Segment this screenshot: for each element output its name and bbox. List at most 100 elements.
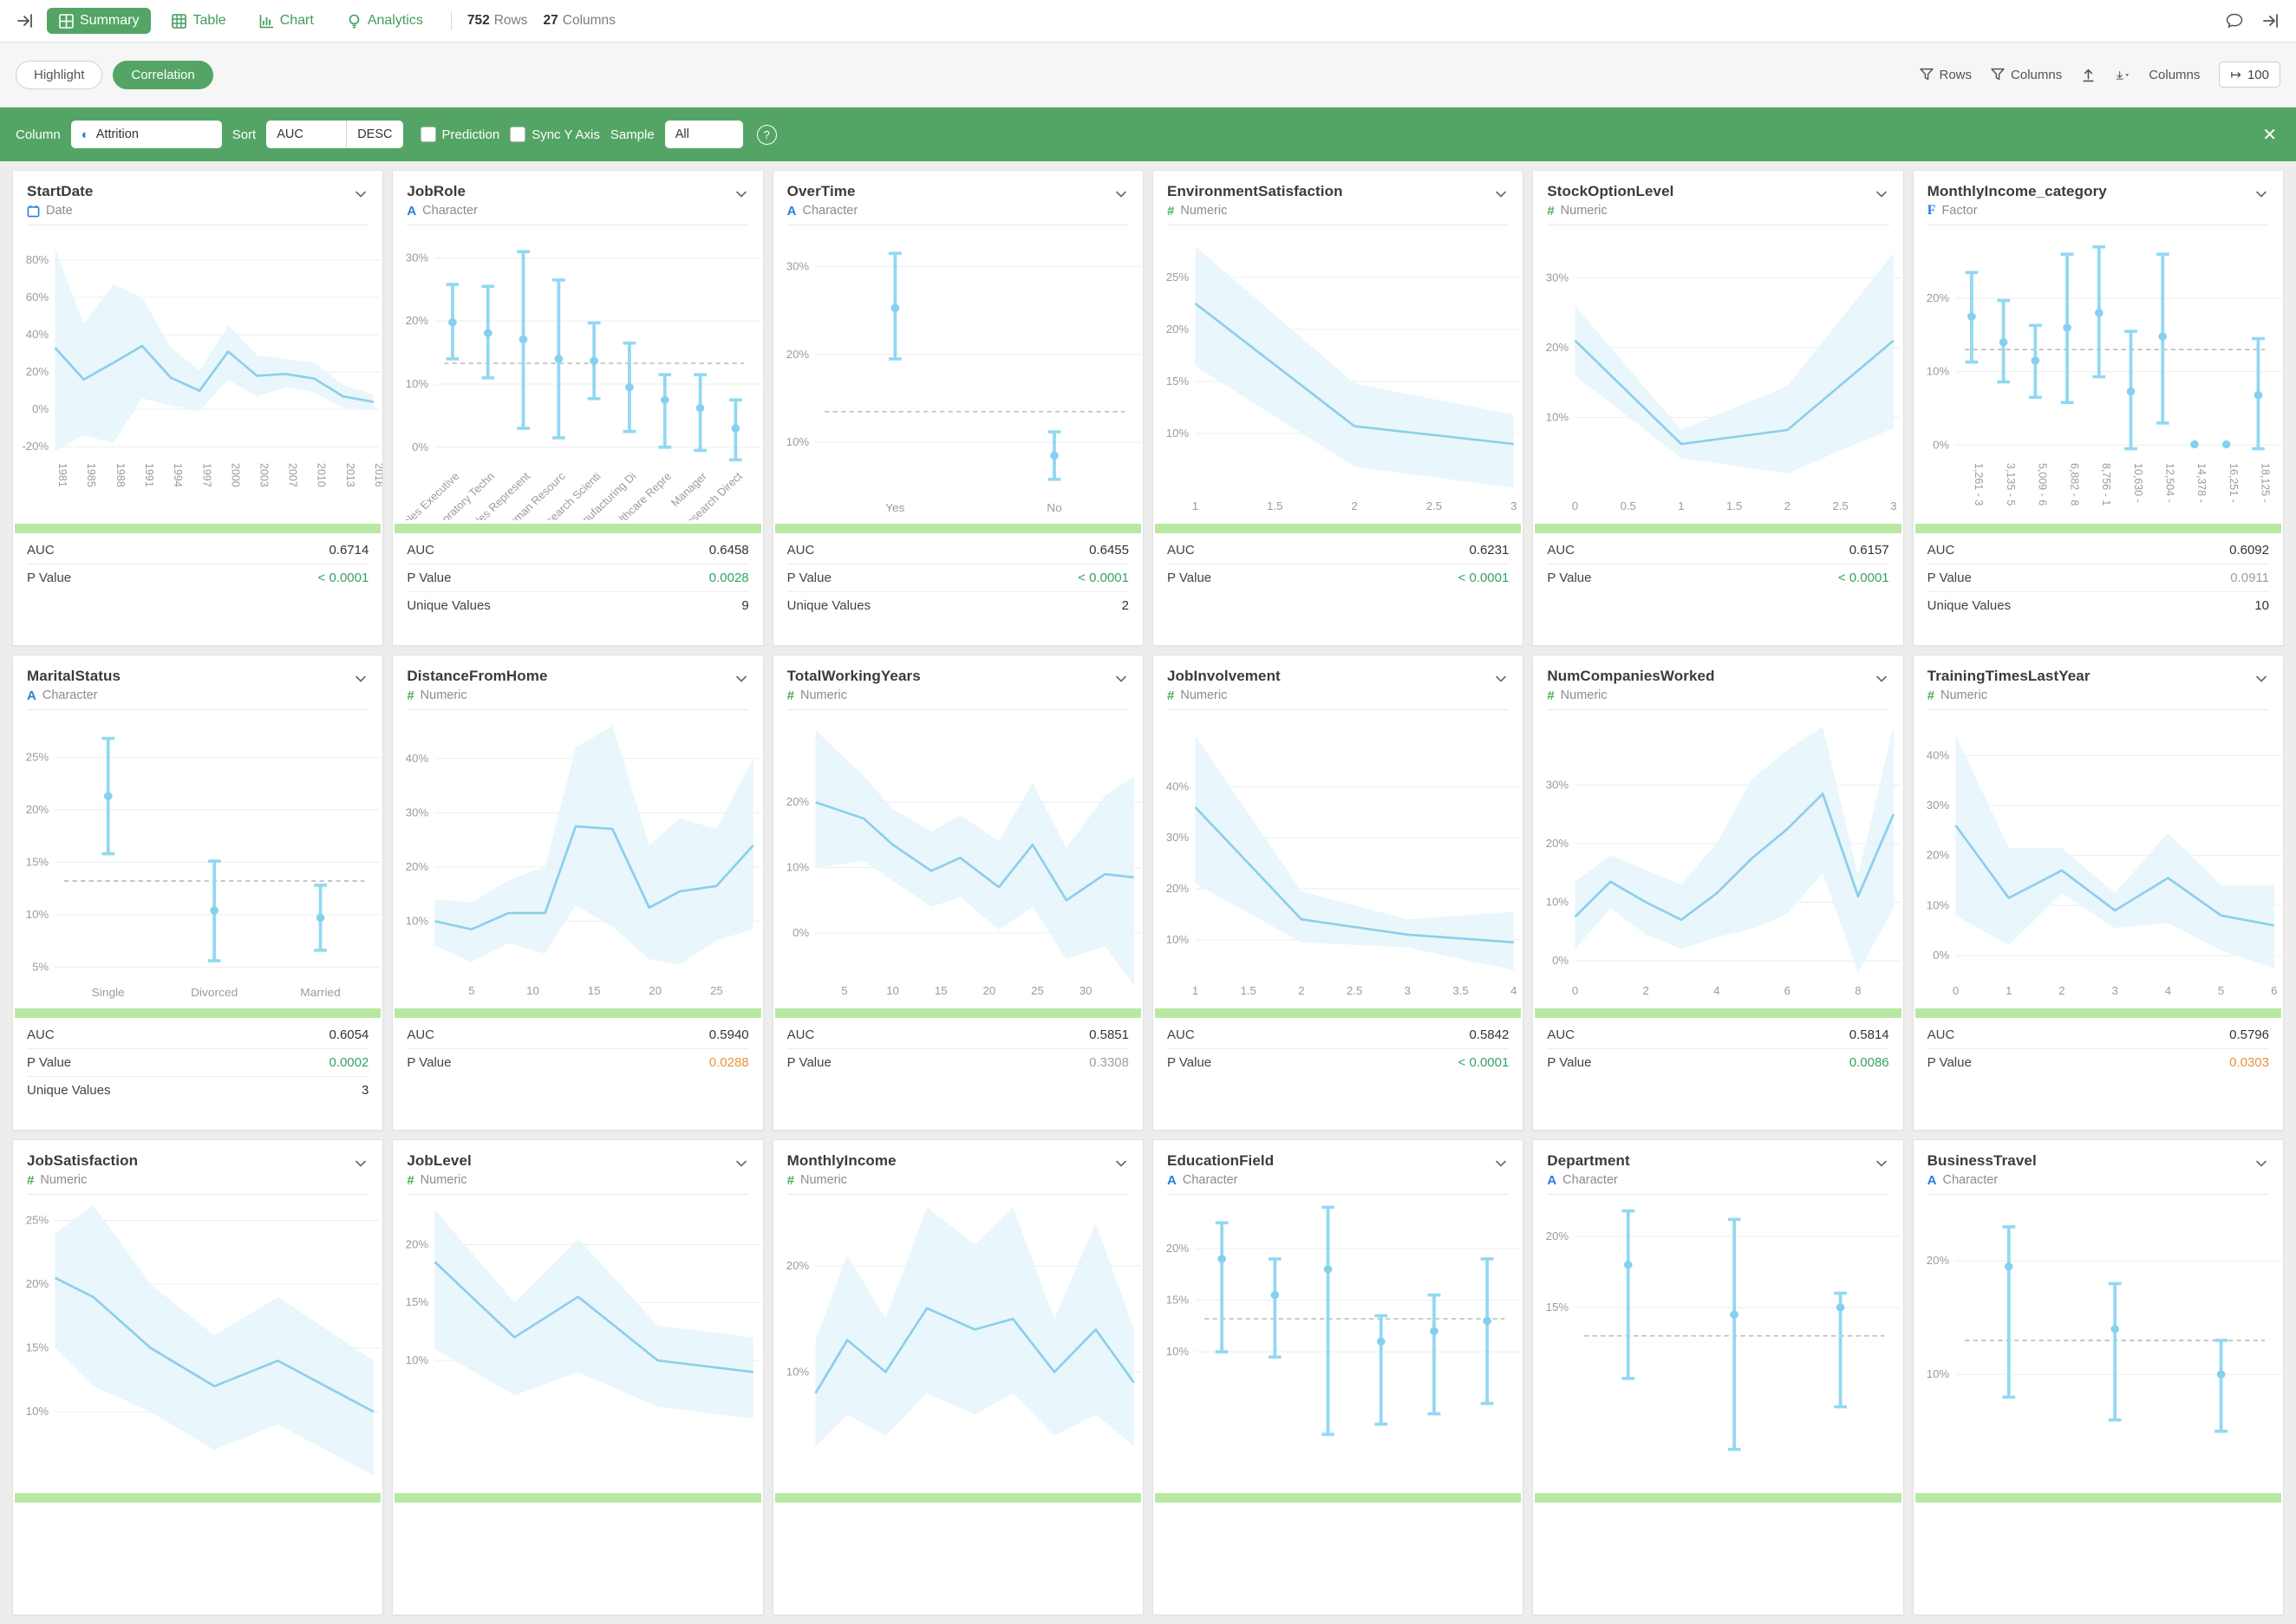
divider <box>787 709 1129 710</box>
chevron-down-icon[interactable] <box>1874 186 1889 202</box>
auc-progress-bar <box>395 524 760 533</box>
divider <box>1547 1194 1888 1195</box>
tab-table[interactable]: Table <box>160 8 238 34</box>
metric-label: Unique Values <box>27 1083 110 1098</box>
chevron-down-icon[interactable] <box>353 1156 369 1171</box>
svg-text:20%: 20% <box>26 1277 49 1290</box>
svg-text:30%: 30% <box>1166 832 1189 845</box>
column-type-label: Character <box>422 204 478 218</box>
metric-value: 10 <box>2254 598 2269 613</box>
column-title: JobSatisfaction <box>27 1152 138 1170</box>
sort-by-select[interactable]: AUC <box>266 121 346 148</box>
column-title: TrainingTimesLastYear <box>1927 668 2091 685</box>
svg-text:10%: 10% <box>1926 365 1948 378</box>
svg-text:1994: 1994 <box>172 463 185 487</box>
chevron-down-icon[interactable] <box>1493 671 1509 687</box>
column-type-label: Factor <box>1941 204 1977 218</box>
metric-value: 0.6092 <box>2229 543 2269 558</box>
filter-rows-button[interactable]: Rows <box>1920 68 1973 82</box>
svg-text:3,135 - 5: 3,135 - 5 <box>2004 463 2017 505</box>
metric-value: 0.6458 <box>709 543 749 558</box>
target-column-select[interactable]: ◐ Attrition <box>71 121 222 148</box>
factor-type-icon: F <box>1927 204 1936 218</box>
comment-icon[interactable] <box>2225 11 2244 30</box>
svg-text:1: 1 <box>1679 499 1685 512</box>
chevron-down-icon[interactable] <box>1874 1156 1889 1171</box>
metric-row: P Value0.0028 <box>407 564 748 591</box>
auc-progress-bar <box>1155 1493 1521 1503</box>
column-title: Department <box>1547 1152 1629 1170</box>
column-type-label: Character <box>1183 1173 1238 1187</box>
chevron-down-icon[interactable] <box>1113 1156 1129 1171</box>
svg-text:3: 3 <box>2111 984 2117 997</box>
metric-row: Unique Values9 <box>407 591 748 619</box>
metric-label: P Value <box>787 571 832 585</box>
metric-value: 0.5940 <box>709 1027 749 1042</box>
chevron-down-icon[interactable] <box>1874 671 1889 687</box>
sort-direction-select[interactable]: DESC <box>346 121 402 148</box>
tab-analytics[interactable]: Analytics <box>335 8 435 34</box>
divider <box>1547 709 1888 710</box>
svg-text:0%: 0% <box>793 926 809 939</box>
expand-panel-icon[interactable] <box>16 11 35 30</box>
sample-select[interactable]: All <box>665 121 743 148</box>
chevron-down-icon[interactable] <box>353 671 369 687</box>
tab-chart[interactable]: Chart <box>247 8 326 34</box>
highlight-button[interactable]: Highlight <box>16 61 102 89</box>
collapse-panel-icon[interactable] <box>2261 11 2280 30</box>
filter-columns-button[interactable]: Columns <box>1991 68 2062 82</box>
tab-summary[interactable]: Summary <box>47 8 151 34</box>
metric-row: P Value< 0.0001 <box>787 564 1129 591</box>
svg-text:1985: 1985 <box>85 463 98 487</box>
chevron-down-icon[interactable] <box>353 186 369 202</box>
correlation-button[interactable]: Correlation <box>113 61 212 89</box>
svg-text:15%: 15% <box>1546 1301 1569 1314</box>
svg-text:2: 2 <box>1298 984 1304 997</box>
column-card: JobSatisfaction #Numeric 25%20%15%10% <box>12 1139 383 1615</box>
columns-limit-control[interactable]: ↦ 100 <box>2219 62 2280 88</box>
metric-label: AUC <box>1927 1027 1955 1042</box>
svg-text:10%: 10% <box>1166 933 1189 946</box>
chevron-down-icon[interactable] <box>2254 671 2269 687</box>
chevron-down-icon[interactable] <box>2254 1156 2269 1171</box>
svg-text:20%: 20% <box>1166 323 1189 336</box>
column-chart-svg: 20%10% <box>773 1197 1143 1490</box>
svg-text:30%: 30% <box>1546 779 1569 792</box>
metric-row: P Value< 0.0001 <box>1547 564 1888 591</box>
svg-text:15%: 15% <box>1166 375 1189 388</box>
chevron-down-icon[interactable] <box>1113 671 1129 687</box>
divider <box>407 1194 748 1195</box>
download-button[interactable] <box>2115 68 2130 82</box>
column-title: BusinessTravel <box>1927 1152 2037 1170</box>
svg-text:40%: 40% <box>1926 749 1948 762</box>
svg-text:30%: 30% <box>786 260 808 273</box>
svg-text:Single: Single <box>92 986 125 999</box>
upload-button[interactable] <box>2081 68 2096 82</box>
chevron-down-icon[interactable] <box>734 671 749 687</box>
metric-label: P Value <box>407 1055 451 1070</box>
close-icon[interactable]: ✕ <box>2259 121 2280 149</box>
chevron-down-icon[interactable] <box>1493 1156 1509 1171</box>
svg-text:20%: 20% <box>406 315 428 328</box>
svg-text:10: 10 <box>886 984 899 997</box>
chevron-down-icon[interactable] <box>2254 186 2269 202</box>
prediction-checkbox[interactable]: Prediction <box>421 127 500 142</box>
metrics-table: AUC0.5796P Value0.0303 <box>1927 1021 2269 1076</box>
numeric-type-icon: # <box>407 1174 414 1187</box>
chevron-down-icon[interactable] <box>734 186 749 202</box>
chevron-down-icon[interactable] <box>734 1156 749 1171</box>
sort-label: Sort <box>232 127 257 142</box>
metric-row: AUC0.6054 <box>27 1021 369 1048</box>
metric-row: AUC0.6157 <box>1547 537 1888 564</box>
column-title: TotalWorkingYears <box>787 668 921 685</box>
sync-y-axis-checkbox[interactable]: Sync Y Axis <box>510 127 600 142</box>
table-icon <box>172 14 186 29</box>
chevron-down-icon[interactable] <box>1113 186 1129 202</box>
character-type-icon: A <box>1167 1174 1177 1187</box>
metric-value: 0.0288 <box>709 1055 749 1070</box>
metrics-table: AUC0.6092P Value0.0911Unique Values10 <box>1927 537 2269 619</box>
help-icon[interactable]: ? <box>757 125 777 145</box>
chevron-down-icon[interactable] <box>1493 186 1509 202</box>
svg-text:20%: 20% <box>406 1238 428 1251</box>
tab-label: Summary <box>80 13 139 29</box>
